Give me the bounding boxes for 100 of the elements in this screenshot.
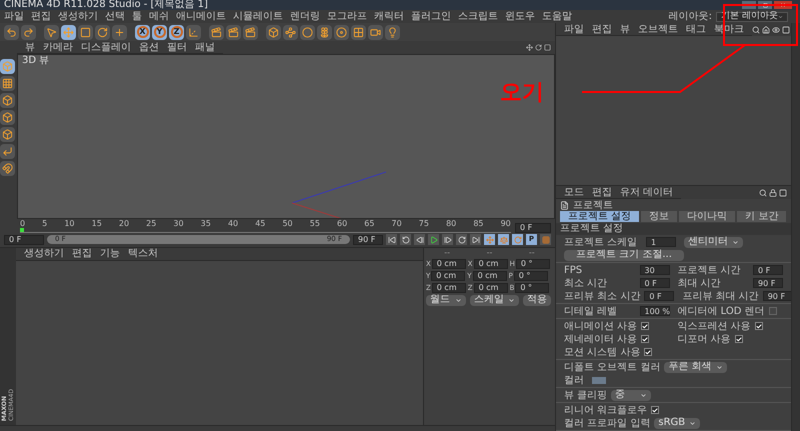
object-menu-item[interactable]: 오브젝트 (638, 24, 678, 34)
coordinate-field[interactable]: 0 cm (432, 282, 466, 292)
loop-back-icon[interactable] (400, 234, 411, 245)
menu-item[interactable]: 스크립트 (458, 11, 498, 22)
step-forward-icon[interactable] (442, 234, 453, 245)
dropdown[interactable]: 중 (611, 390, 652, 400)
attribute-tab[interactable]: 프로젝트 설정 (560, 211, 640, 222)
toolbar-button[interactable] (95, 24, 110, 40)
coordinate-field[interactable]: 0 cm (474, 282, 508, 292)
menu-item[interactable]: 파일 (4, 11, 24, 22)
viewport-menu-item[interactable]: 뷰 (25, 42, 35, 52)
square-icon[interactable] (782, 26, 790, 34)
material-menu-item[interactable]: 텍스처 (128, 248, 158, 259)
menu-item[interactable]: 시뮬레이트 (233, 11, 283, 22)
viewport-menu-item[interactable]: 카메라 (43, 42, 73, 52)
checkbox[interactable] (641, 322, 650, 330)
eye-icon[interactable] (772, 26, 780, 34)
lock-icon[interactable] (769, 188, 777, 196)
object-menu-item[interactable]: 태그 (686, 24, 706, 34)
toolbar-button[interactable]: X (135, 24, 150, 40)
viewport[interactable]: 3D 뷰 오기 (17, 54, 555, 218)
material-menu-item[interactable]: 기능 (100, 248, 120, 259)
toolbar-button[interactable] (61, 24, 76, 40)
menu-item[interactable]: 플러그인 (411, 11, 451, 22)
play-icon[interactable] (428, 234, 439, 245)
toolbar-button[interactable] (368, 24, 383, 40)
menu-item[interactable]: 도움말 (542, 11, 572, 22)
toolbar-button[interactable] (226, 24, 241, 40)
mode-button[interactable] (0, 59, 15, 74)
dropdown[interactable]: 센티미터 (684, 236, 743, 248)
toolbar-button[interactable]: Z (169, 24, 184, 40)
coordinate-field[interactable]: 0 ° (516, 258, 550, 268)
attribute-menu-item[interactable]: 모드 (564, 186, 584, 198)
loop-icon[interactable] (456, 234, 467, 245)
menu-item[interactable]: 선택 (105, 11, 125, 22)
dropdown[interactable]: sRGB (654, 418, 700, 428)
menu-item[interactable]: 렌더링 (290, 11, 320, 22)
toolbar-button[interactable] (351, 24, 366, 40)
coordinate-field[interactable]: 0 cm (431, 270, 466, 280)
toolbar-button[interactable] (21, 24, 36, 40)
material-menu-item[interactable]: 편집 (72, 248, 92, 259)
apply-button[interactable]: 적용 (523, 294, 551, 306)
toolbar-button[interactable] (283, 24, 298, 40)
search-icon[interactable] (759, 188, 767, 196)
coordinate-field[interactable]: 0 ° (515, 282, 550, 292)
object-menu-item[interactable]: 파일 (564, 24, 584, 34)
toolbar-button[interactable] (44, 24, 59, 40)
number-field[interactable]: 30 (640, 265, 670, 275)
mode-button[interactable] (0, 161, 15, 176)
mode-button[interactable] (0, 144, 15, 159)
current-frame-field[interactable]: 0 F (4, 234, 44, 244)
menu-item[interactable]: 생성하기 (58, 11, 98, 22)
number-field[interactable]: 100 % (640, 306, 670, 316)
frame-field[interactable]: 0 F (515, 222, 551, 232)
square-icon[interactable] (779, 188, 787, 196)
home-icon[interactable] (762, 26, 770, 34)
checkbox[interactable] (734, 335, 743, 343)
toolbar-button[interactable] (209, 24, 224, 40)
toolbar-button[interactable] (334, 24, 349, 40)
viewport-menu-item[interactable]: 옵션 (139, 42, 159, 52)
toolbar-button[interactable] (112, 24, 127, 40)
attribute-tab[interactable]: 키 보간 (737, 211, 786, 222)
checkbox[interactable] (768, 307, 777, 315)
coordinate-field[interactable]: 0 ° (514, 270, 548, 280)
menu-item[interactable]: 툴 (132, 11, 142, 22)
mode-button[interactable] (0, 127, 15, 142)
dropdown[interactable]: 푸른 회색 (664, 362, 727, 372)
attribute-tab[interactable]: 정보 (641, 211, 678, 222)
checkbox[interactable] (644, 348, 652, 356)
search-icon[interactable] (752, 26, 760, 34)
menu-item[interactable]: 메쉬 (149, 11, 169, 22)
color-swatch[interactable] (592, 376, 606, 384)
move-icon[interactable] (526, 44, 533, 51)
menu-item[interactable]: 캐릭터 (374, 11, 404, 22)
toolbar-button[interactable] (266, 24, 281, 40)
rotate-icon[interactable] (535, 44, 542, 51)
toolbar-button[interactable] (243, 24, 258, 40)
resize-button[interactable]: 프로젝트 크기 조절... (564, 250, 684, 260)
number-field[interactable]: 0 F (640, 278, 670, 288)
number-field[interactable]: 90 F (753, 278, 783, 288)
max-frame-field[interactable]: 90 F (353, 234, 383, 244)
step-back-icon[interactable] (414, 234, 425, 245)
attribute-menu-item[interactable]: 편집 (592, 186, 612, 198)
number-field[interactable]: 0 F (753, 265, 783, 275)
skip-back-icon[interactable] (386, 234, 397, 245)
object-menu-item[interactable]: 뷰 (620, 24, 630, 34)
playhead[interactable] (20, 228, 24, 232)
toolbar-button[interactable] (186, 24, 201, 40)
dropdown[interactable]: 월드 (426, 294, 466, 306)
coordinate-field[interactable]: 0 cm (474, 258, 508, 268)
number-field[interactable]: 90 F (762, 291, 793, 301)
skip-forward-icon[interactable] (470, 234, 481, 245)
toolbar-button[interactable] (4, 24, 19, 40)
number-field[interactable]: 1 (646, 237, 676, 247)
mode-button[interactable] (0, 76, 15, 91)
toolbar-button[interactable]: Y (152, 24, 167, 40)
toolbar-button[interactable] (300, 24, 315, 40)
toolbar-button[interactable] (385, 24, 400, 40)
mode-button[interactable] (0, 110, 15, 125)
coordinate-field[interactable]: 0 cm (432, 258, 466, 268)
